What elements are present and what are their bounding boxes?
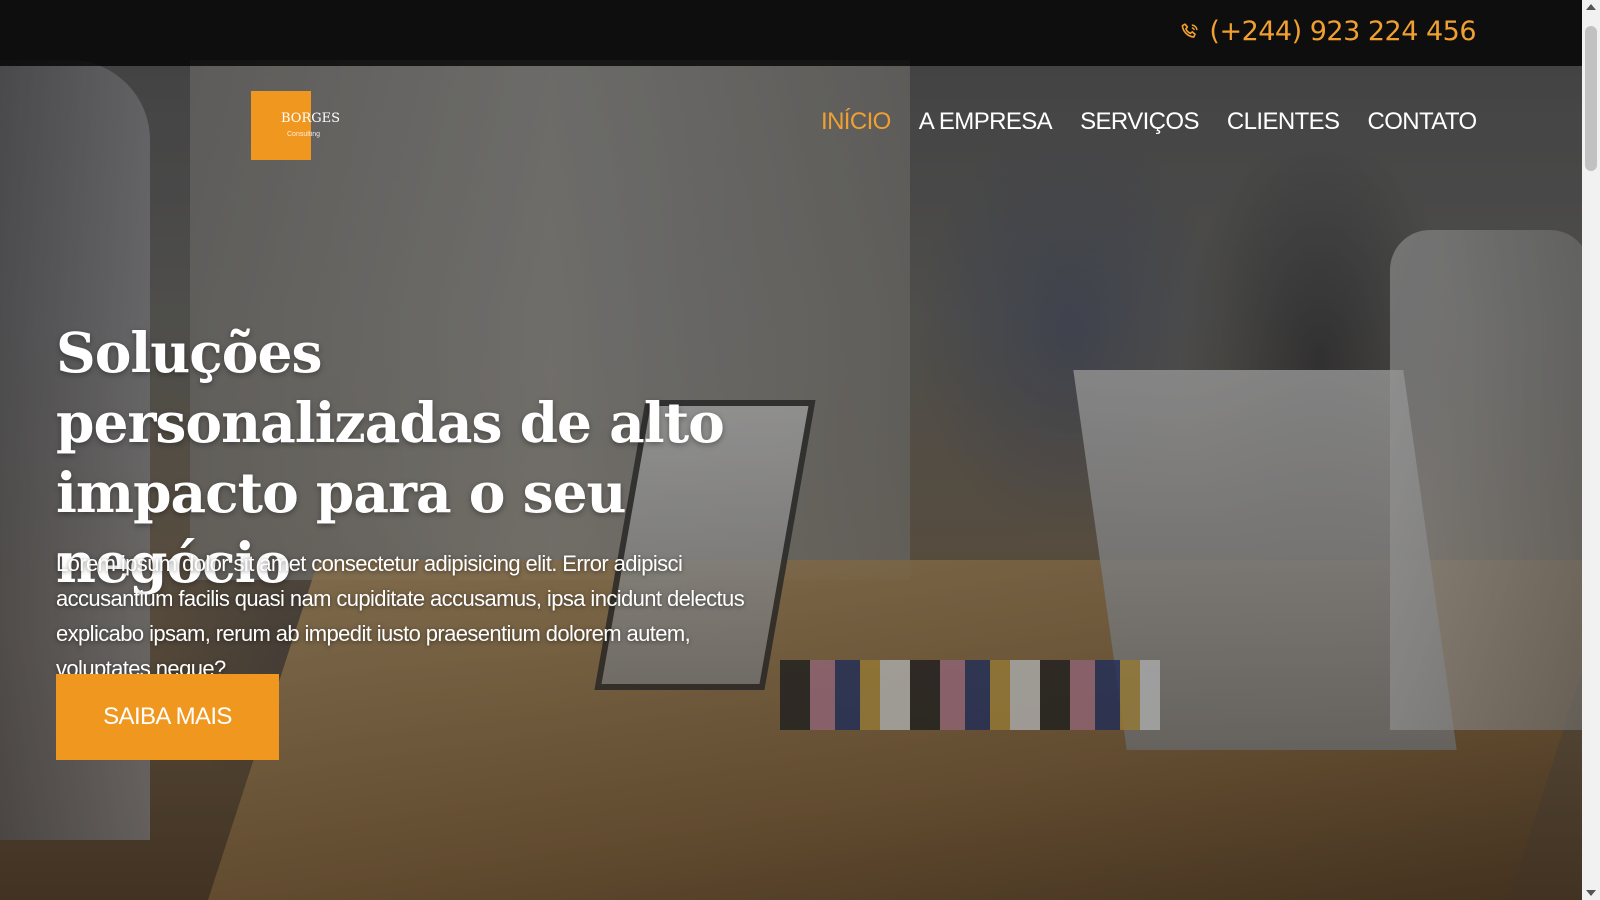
nav-item-a-empresa[interactable]: A EMPRESA (919, 108, 1053, 136)
scroll-up-arrow-icon[interactable] (1586, 4, 1596, 10)
scroll-thumb[interactable] (1585, 26, 1597, 171)
page-scrollbar[interactable] (1582, 0, 1600, 900)
logo-tagline: Consulting (287, 131, 321, 138)
logo-name: BORGES (281, 111, 341, 126)
saiba-mais-button[interactable]: SAIBA MAIS (56, 674, 279, 760)
nav-item-contato[interactable]: CONTATO (1367, 108, 1477, 136)
phone-link[interactable]: (+244) 923 224 456 (1179, 16, 1476, 47)
nav-item-servicos[interactable]: SERVIÇOS (1080, 108, 1199, 136)
nav-item-inicio[interactable]: INÍCIO (821, 108, 891, 136)
nav-item-clientes[interactable]: CLIENTES (1227, 108, 1340, 136)
top-bar: (+244) 923 224 456 (0, 0, 1582, 66)
phone-number: (+244) 923 224 456 (1209, 16, 1476, 47)
phone-icon (1181, 22, 1199, 38)
hero-description: Lorem ipsum dolor sit amet consectetur a… (56, 551, 745, 681)
scroll-down-arrow-icon[interactable] (1586, 890, 1596, 896)
logo[interactable]: BORGES Consulting (251, 91, 340, 160)
main-nav: INÍCIO A EMPRESA SERVIÇOS CLIENTES CONTA… (821, 108, 1477, 136)
